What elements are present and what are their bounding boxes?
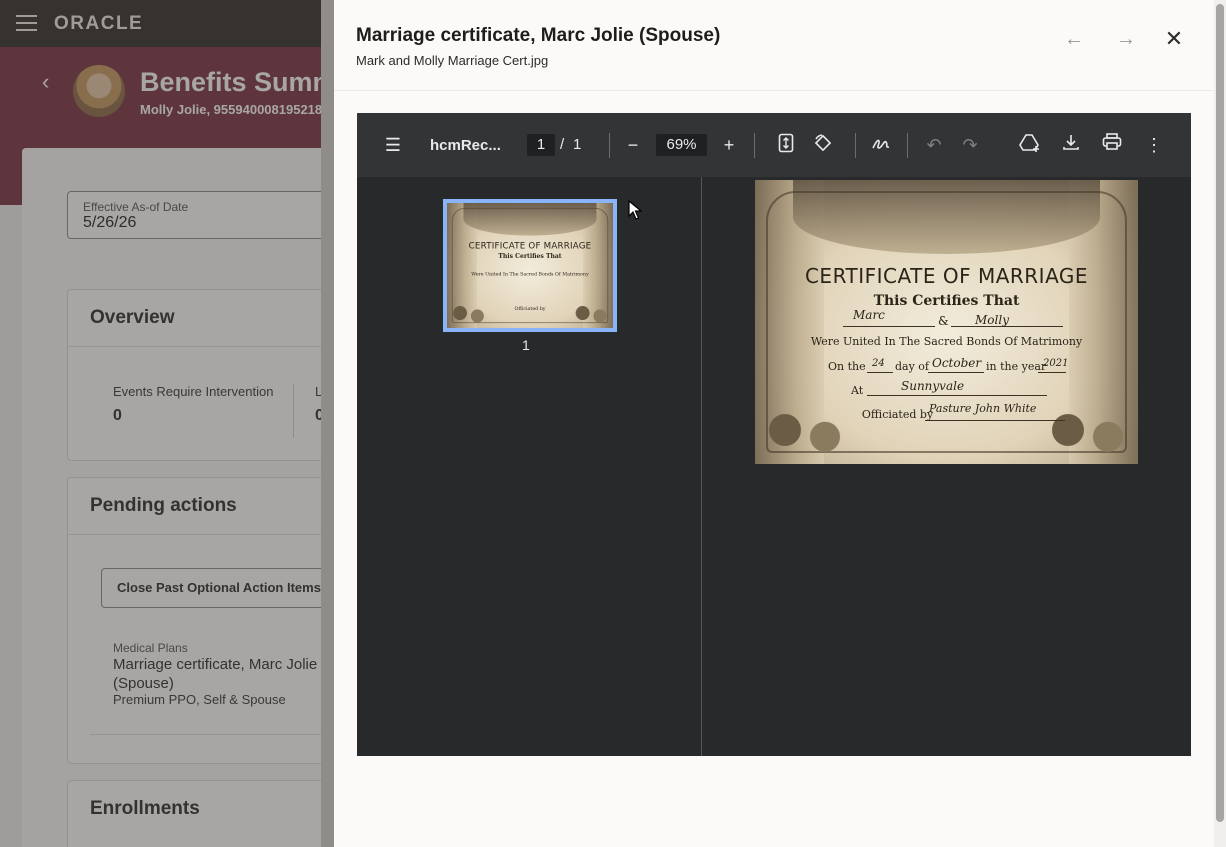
drawer-scrollbar[interactable] [1214,0,1226,847]
download-icon[interactable] [1059,133,1083,157]
drawer-shadow [321,0,334,847]
pdf-toolbar: ☰ hcmRec... 1 / 1 − 69% + ↶ ↷ ⋮ [357,113,1191,177]
cert-line [928,372,984,373]
drawer-filename: Mark and Molly Marriage Cert.jpg [356,53,549,68]
cert-bride: Molly [975,313,1009,327]
pdf-page-area[interactable]: CERTIFICATE OF MARRIAGE This Certifies T… [703,177,1191,756]
cert-line [843,326,935,327]
cert-at: At [851,384,864,397]
redo-icon[interactable]: ↷ [958,133,982,157]
print-icon[interactable] [1100,133,1124,157]
annotate-icon[interactable] [869,133,893,157]
drawer-title: Marriage certificate, Marc Jolie (Spouse… [356,25,721,46]
cert-line [925,420,1065,421]
drive-add-icon[interactable] [1018,133,1042,157]
rotate-icon[interactable] [811,133,835,157]
drawer-divider [334,90,1214,91]
zoom-input[interactable]: 69% [656,134,707,156]
page-thumbnail[interactable]: CERTIFICATE OF MARRIAGE This Certifies T… [443,199,617,332]
undo-icon[interactable]: ↶ [922,133,946,157]
thumbnail-sidebar: CERTIFICATE OF MARRIAGE This Certifies T… [357,177,702,756]
zoom-in-icon[interactable]: + [717,133,741,157]
arrow-right-icon[interactable]: → [1113,26,1139,52]
cert-on-the: On the [828,360,866,373]
cert-certifies: This Certifies That [873,293,1020,309]
cert-month: October [932,356,982,370]
cert-heading: CERTIFICATE OF MARRIAGE [804,264,1089,288]
thumb-cert-certifies: This Certifies That [498,252,562,260]
cert-year: 2021 [1043,358,1069,369]
cert-place: Sunnyvale [901,379,965,393]
page-total: 1 [573,136,582,153]
mouse-cursor-icon [628,200,642,220]
sidebar-menu-icon[interactable]: ☰ [381,133,405,157]
thumb-cert-heading: CERTIFICATE OF MARRIAGE [468,239,592,251]
cert-line [1038,372,1066,373]
scrollbar-thumb[interactable] [1216,4,1224,822]
cert-amp: & [938,314,949,328]
thumb-cert-officiated: Officiated by [514,305,546,312]
toolbar-separator [907,133,908,158]
cert-line [867,395,1047,396]
close-icon[interactable]: ✕ [1161,26,1187,52]
arrow-left-icon[interactable]: ← [1061,26,1087,52]
cert-united: Were United In The Sacred Bonds Of Matri… [810,335,1083,348]
toolbar-separator [855,133,856,158]
zoom-out-icon[interactable]: − [621,133,645,157]
page-number-input[interactable]: 1 [527,134,555,156]
cert-groom: Marc [853,308,885,322]
pdf-doc-name: hcmRec... [430,137,501,154]
page-separator: / [560,136,565,153]
thumbnail-page-number: 1 [522,337,530,353]
more-options-icon[interactable]: ⋮ [1142,133,1166,157]
pdf-viewer: ☰ hcmRec... 1 / 1 − 69% + ↶ ↷ ⋮ CERTIFIC… [357,113,1191,756]
toolbar-separator [754,133,755,158]
fit-page-icon[interactable] [774,133,798,157]
cert-officiant: Pasture John White [929,402,1037,415]
certificate-image: CERTIFICATE OF MARRIAGE This Certifies T… [755,180,1138,464]
toolbar-separator [609,133,610,158]
document-drawer: Marriage certificate, Marc Jolie (Spouse… [334,0,1214,847]
cert-day-num: 24 [872,358,885,369]
cert-day-of: day of [895,360,930,373]
cert-line [867,372,893,373]
thumbnail-image: CERTIFICATE OF MARRIAGE This Certifies T… [447,203,613,328]
thumb-cert-united: Were United In The Sacred Bonds Of Matri… [471,271,589,277]
